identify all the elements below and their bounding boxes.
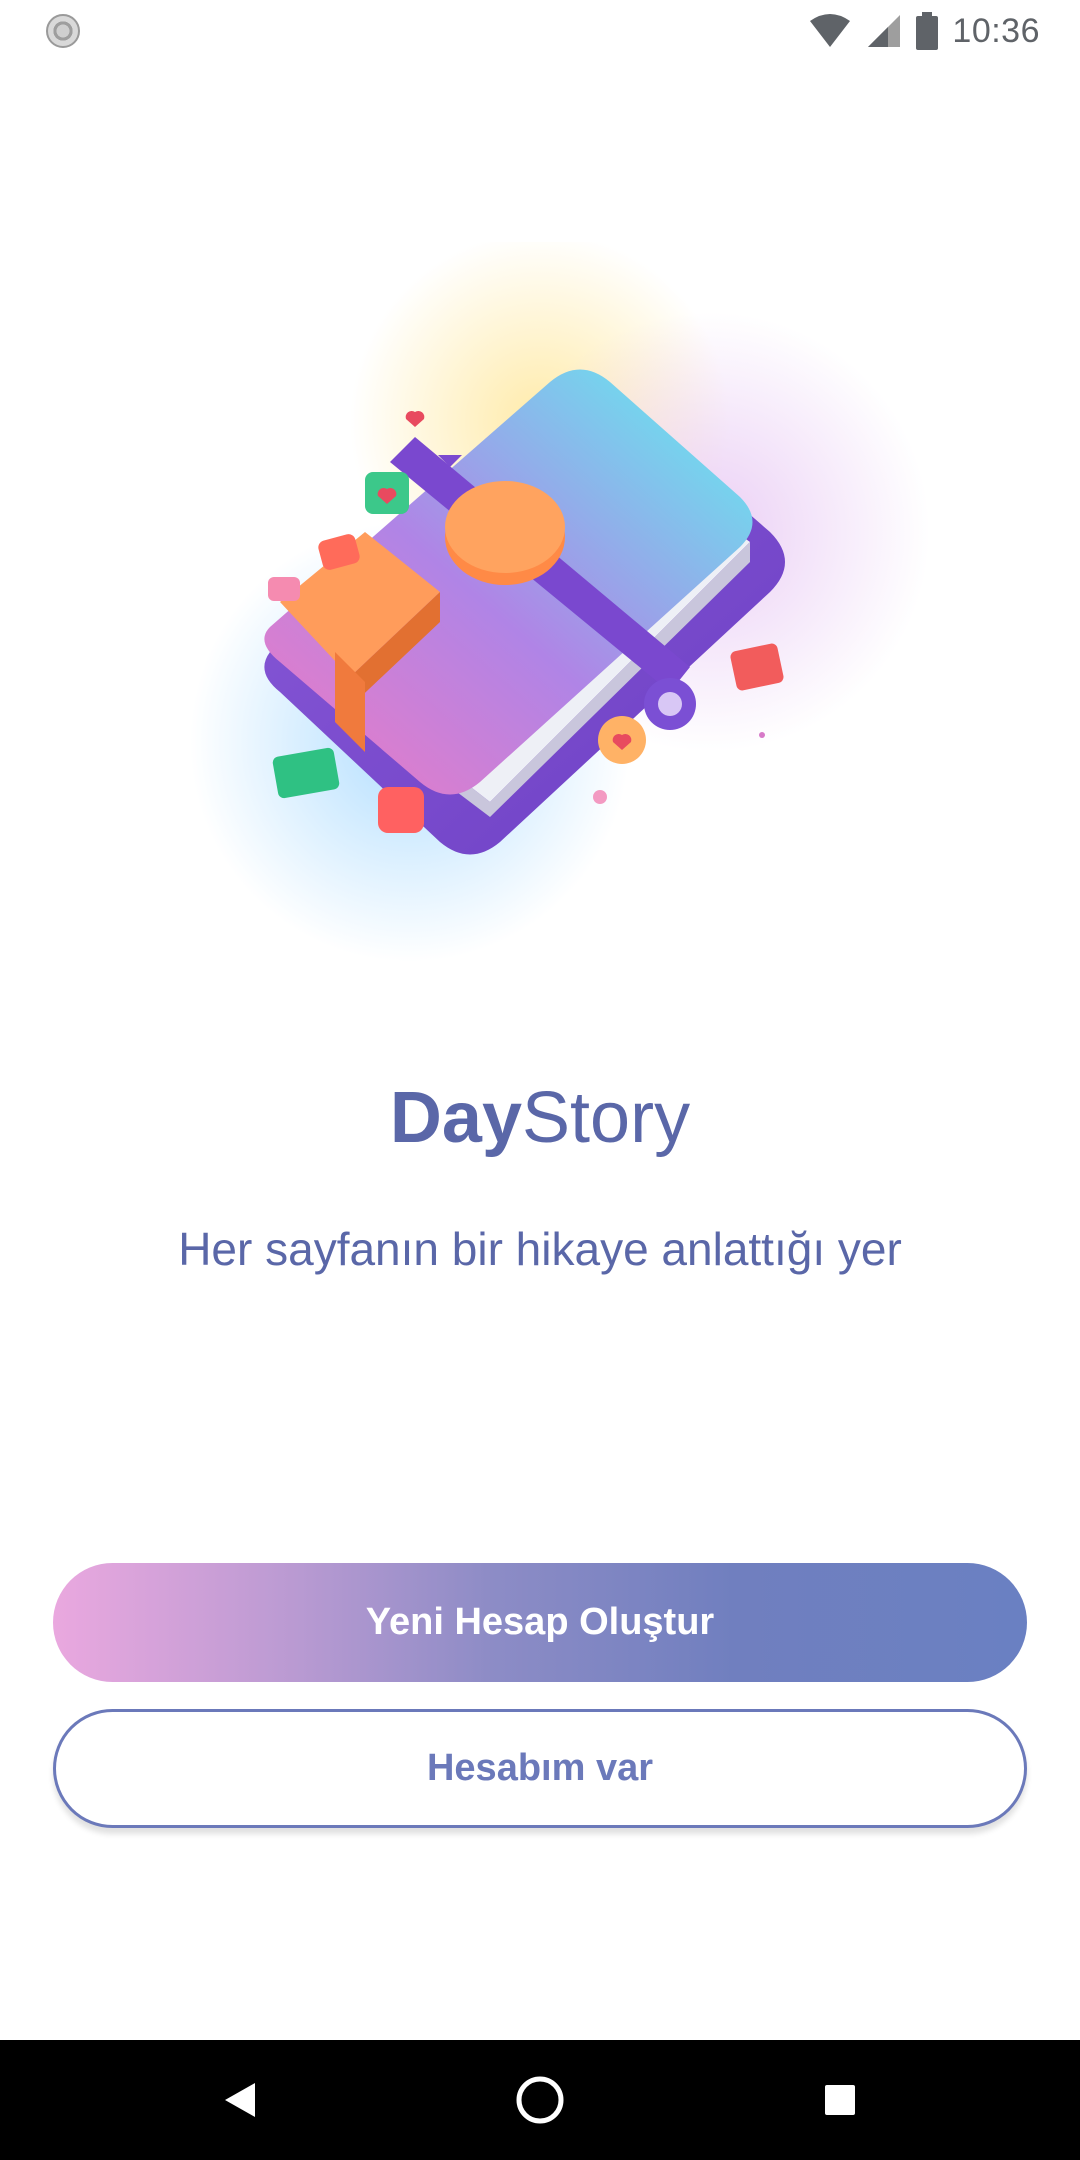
status-icons: 10:36 [808,8,1040,54]
back-icon [225,2083,255,2117]
app-title: DayStory [0,1077,1080,1159]
recents-icon [825,2085,855,2115]
app-title-bold: Day [389,1078,523,1158]
signal-icon [868,15,901,47]
app-title-regular: Story [522,1078,691,1158]
diary-book-illustration [190,242,930,962]
home-button[interactable] [480,2040,600,2160]
have-account-button[interactable]: Hesabım var [53,1709,1027,1828]
tagline: Her sayfanın bir hikaye anlattığı yer [178,1223,902,1275]
status-bar: 10:36 [0,0,1080,62]
recents-button[interactable] [780,2040,900,2160]
status-time: 10:36 [952,11,1040,50]
sync-icon [46,14,80,48]
home-icon [516,2076,564,2124]
create-account-button[interactable]: Yeni Hesap Oluştur [53,1563,1027,1682]
back-button[interactable] [180,2040,300,2160]
wifi-icon [810,14,851,47]
battery-icon [916,12,939,50]
navigation-bar [0,2040,1080,2160]
